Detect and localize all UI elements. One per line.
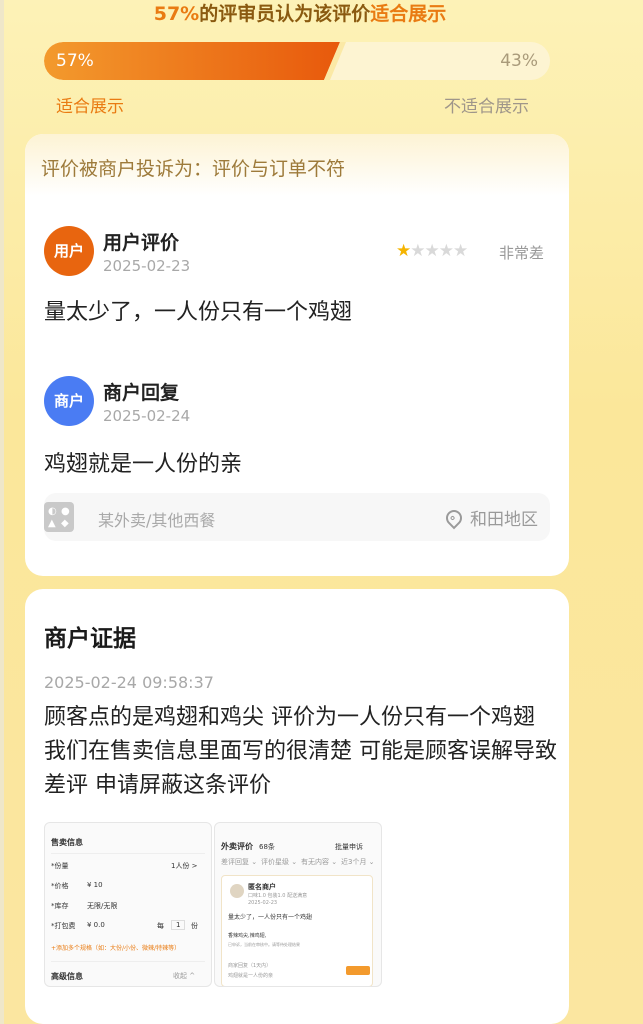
complaint-reason: 评价被商户投诉为：评价与订单不符 — [41, 158, 346, 180]
shop-name: 某外卖/其他西餐 — [98, 511, 216, 530]
row-value: 1人份 > — [171, 862, 198, 870]
merchant-reply-date: 2025-02-24 — [103, 407, 191, 425]
review-page-title: 外卖评价 — [221, 842, 253, 851]
left-edge — [0, 0, 4, 1024]
advanced-info-heading: 高级信息 — [51, 972, 83, 981]
suitable-label: 适合展示 — [56, 97, 124, 117]
row-label: *价格 — [51, 882, 69, 890]
evidence-image-2[interactable]: 外卖评价 68条 批量申诉 差评回复 ⌄ 评价星级 ⌄ 有无内容 ⌄ 近3个月 … — [214, 822, 382, 987]
rating-text: 非常差 — [499, 244, 545, 262]
evidence-time: 2025-02-24 09:58:37 — [44, 673, 214, 692]
review-card: 评价被商户投诉为：评价与订单不符 用户 用户评价 2025-02-23 ★★★★… — [25, 134, 569, 576]
filter: 评价星级 ⌄ — [261, 858, 298, 866]
row-value: ¥ 0.0 — [87, 921, 105, 929]
vote-title-percent: 57% — [153, 3, 200, 25]
star-filled-icon: ★ — [396, 241, 411, 261]
sale-info-heading: 售卖信息 — [51, 838, 83, 847]
star-empty-icon: ★ — [438, 241, 454, 261]
mini-reply-button — [346, 966, 370, 975]
user-review-date: 2025-02-23 — [103, 257, 191, 275]
filter: 近3个月 ⌄ — [341, 858, 375, 866]
filter: 差评回复 ⌄ — [221, 858, 258, 866]
evidence-title: 商户证据 — [44, 626, 136, 652]
location-text: 和田地区 — [470, 510, 538, 530]
mini-reply-hint: 商家回复（1天内） — [228, 963, 272, 969]
user-review-title: 用户评价 — [103, 232, 180, 254]
merchant-evidence-card: 商户证据 2025-02-24 09:58:37 顾客点的是鸡翅和鸡尖 评价为一… — [25, 589, 569, 1024]
filter: 有无内容 ⌄ — [301, 858, 338, 866]
mini-reply-text: 鸡翅就是一人份的亲 — [228, 973, 274, 979]
merchant-reply-title: 商户回复 — [103, 382, 180, 404]
mini-reviewer: 匿名商户 — [248, 883, 276, 891]
row-value: ¥ 10 — [87, 881, 103, 889]
mini-review-card: 匿名商户 口味1.0 包装1.0 配送满意 2025-02-23 量太少了，一人… — [221, 875, 373, 986]
mini-meta: 口味1.0 包装1.0 配送满意 — [248, 893, 308, 899]
vote-title-highlight: 适合展示 — [370, 3, 447, 25]
shop-info-row[interactable]: ◐ ● ▲ ◆ 某外卖/其他西餐 和田地区 — [44, 493, 550, 541]
collapse-link: 收起 ^ — [173, 972, 196, 980]
complaint-header: 评价被商户投诉为：评价与订单不符 — [25, 134, 569, 196]
mini-notice: 已申诉，当前在审核中。请等待处理结果 — [228, 942, 300, 947]
vote-bar-track — [44, 42, 550, 80]
star-rating: ★★★★★ — [396, 241, 468, 261]
mini-dish: 香辣鸡尖,辣鸡翅, — [228, 933, 267, 939]
per-value: 1 — [171, 920, 186, 930]
vote-summary-title: 57%的评审员认为该评价适合展示 — [0, 0, 600, 28]
row-label: *份量 — [51, 862, 69, 870]
add-spec-link: +添加多个规格（如：大份/小份、微辣/特辣等） — [51, 945, 181, 952]
divider — [51, 853, 205, 854]
unsuitable-label: 不适合展示 — [444, 97, 529, 117]
row-label: *打包费 — [51, 922, 76, 930]
star-empty-icon: ★ — [410, 241, 425, 261]
mini-avatar — [230, 884, 244, 898]
vote-left-percent: 57% — [56, 51, 94, 71]
row-label: *库存 — [51, 902, 69, 910]
divider — [51, 961, 205, 962]
mini-date: 2025-02-23 — [248, 900, 278, 906]
row-value: 无限/无限 — [87, 902, 118, 910]
batch-appeal: 批量申诉 — [335, 843, 363, 851]
user-avatar: 用户 — [44, 226, 94, 276]
star-empty-icon: ★ — [453, 241, 468, 261]
vote-title-text: 的评审员认为该评价 — [199, 3, 371, 25]
evidence-image-1[interactable]: 售卖信息 *份量 1人份 > *价格 ¥ 10 *库存 无限/无限 *打包费 ¥… — [44, 822, 212, 987]
mini-content: 量太少了，一人份只有一个鸡翅 — [228, 914, 313, 921]
vote-right-percent: 43% — [500, 51, 538, 71]
merchant-reply-content: 鸡翅就是一人份的亲 — [44, 452, 243, 477]
merchant-avatar: 商户 — [44, 376, 94, 426]
location-pin-icon — [442, 506, 466, 530]
user-review-content: 量太少了，一人份只有一个鸡翅 — [44, 300, 353, 325]
vote-progress-bar: 57% 43% — [44, 42, 550, 80]
star-empty-icon: ★ — [424, 241, 440, 261]
per-unit: 份 — [191, 922, 198, 930]
evidence-text: 顾客点的是鸡翅和鸡尖 评价为一人份只有一个鸡翅 我们在售卖信息里面写的很清楚 可… — [44, 705, 557, 798]
review-count: 68条 — [259, 843, 275, 851]
shop-thumbnail: ◐ ● ▲ ◆ — [44, 502, 74, 532]
shop-location: 和田地区 — [442, 505, 538, 530]
per-label: 每 — [157, 922, 164, 930]
